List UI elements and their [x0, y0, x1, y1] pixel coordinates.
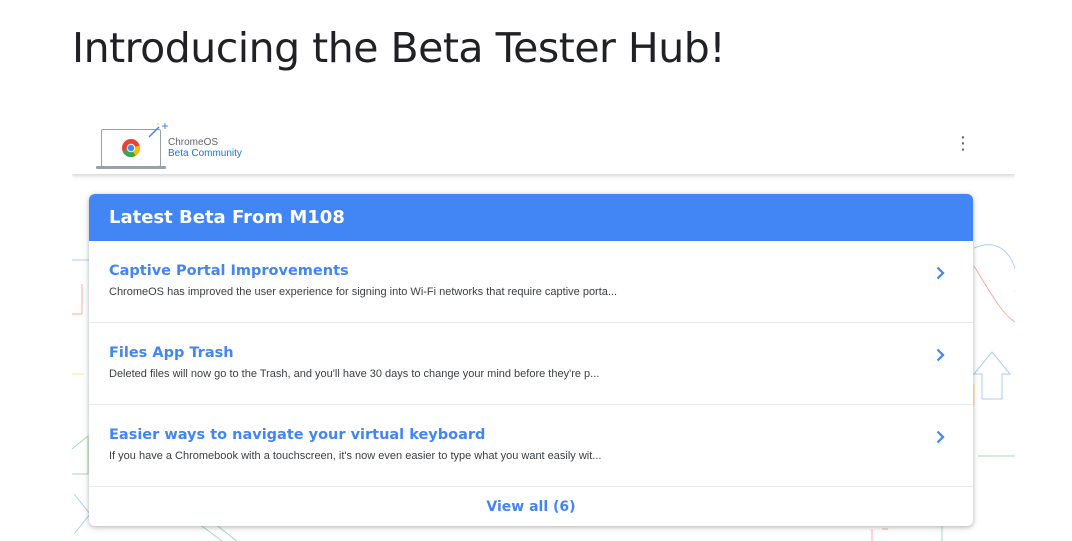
item-description: Deleted files will now go to the Trash, … [109, 368, 600, 380]
view-all-link[interactable]: View all (6) [89, 487, 973, 526]
card-header: Latest Beta From M108 [89, 194, 973, 241]
item-description: If you have a Chromebook with a touchscr… [109, 450, 602, 462]
brand-line-beta-community: Beta Community [168, 148, 242, 159]
app-bar: ChromeOS Beta Community ⋮ [72, 112, 1015, 174]
embedded-hub-frame: ChromeOS Beta Community ⋮ Latest Beta Fr… [72, 112, 1015, 541]
latest-beta-card: Latest Beta From M108 Captive Portal Imp… [89, 194, 973, 526]
item-description: ChromeOS has improved the user experienc… [109, 286, 618, 298]
list-item[interactable]: Easier ways to navigate your virtual key… [89, 405, 973, 487]
more-vert-icon[interactable]: ⋮ [951, 132, 975, 156]
chrome-icon [122, 139, 140, 158]
brand-line-chromeos: ChromeOS [168, 137, 219, 148]
page-title: Introducing the Beta Tester Hub! [72, 24, 726, 72]
chevron-right-icon [936, 430, 945, 444]
chevron-right-icon [936, 266, 945, 280]
list-item[interactable]: Files App Trash Deleted files will now g… [89, 323, 973, 405]
item-title: Captive Portal Improvements [109, 263, 349, 279]
item-title: Easier ways to navigate your virtual key… [109, 427, 486, 443]
list-item[interactable]: Captive Portal Improvements ChromeOS has… [89, 241, 973, 323]
chromeos-logo [96, 123, 168, 169]
item-title: Files App Trash [109, 345, 234, 361]
brand-name: ChromeOS Beta Community [168, 137, 242, 159]
chevron-right-icon [936, 348, 945, 362]
